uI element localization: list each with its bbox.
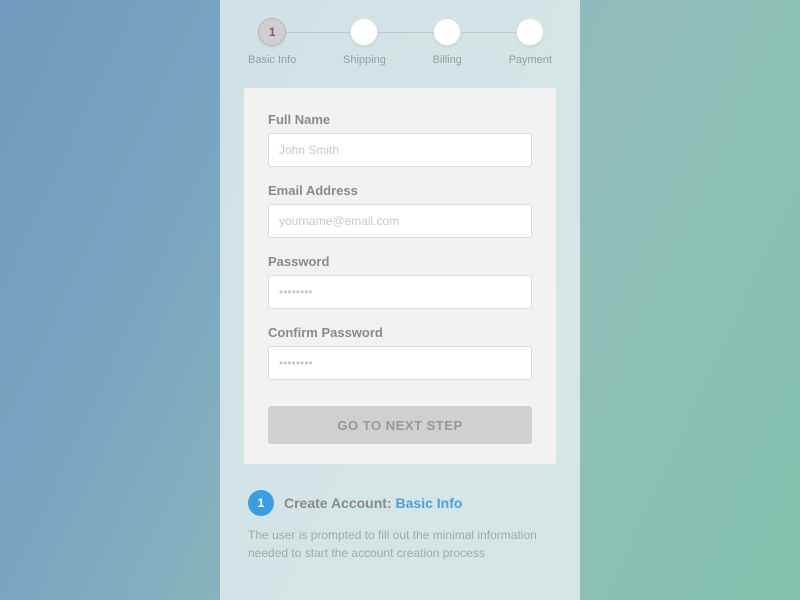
- step-label: Shipping: [343, 54, 386, 66]
- field-password: Password: [268, 254, 532, 309]
- stepper-connector: [274, 32, 526, 33]
- footnote-title-prefix: Create Account:: [284, 495, 396, 511]
- step-label: Payment: [509, 54, 552, 66]
- confirm-password-input[interactable]: [268, 346, 532, 380]
- footnote-title-accent: Basic Info: [396, 495, 463, 511]
- step-payment[interactable]: Payment: [509, 18, 552, 66]
- step-circle-icon: 1: [258, 18, 286, 46]
- field-confirm-password: Confirm Password: [268, 325, 532, 380]
- email-input[interactable]: [268, 204, 532, 238]
- field-email: Email Address: [268, 183, 532, 238]
- fullname-label: Full Name: [268, 112, 532, 127]
- fullname-input[interactable]: [268, 133, 532, 167]
- step-circle-icon: [516, 18, 544, 46]
- footnote: 1 Create Account: Basic Info The user is…: [244, 490, 556, 562]
- checkout-panel: 1 Basic Info Shipping Billing Payment Fu…: [220, 0, 580, 600]
- next-step-button[interactable]: GO TO NEXT STEP: [268, 406, 532, 444]
- password-input[interactable]: [268, 275, 532, 309]
- email-label: Email Address: [268, 183, 532, 198]
- step-label: Billing: [433, 54, 462, 66]
- progress-stepper: 1 Basic Info Shipping Billing Payment: [244, 0, 556, 66]
- field-fullname: Full Name: [268, 112, 532, 167]
- step-label: Basic Info: [248, 54, 296, 66]
- step-basic-info[interactable]: 1 Basic Info: [248, 18, 296, 66]
- step-billing[interactable]: Billing: [433, 18, 462, 66]
- footnote-heading: 1 Create Account: Basic Info: [248, 490, 552, 516]
- footnote-badge-icon: 1: [248, 490, 274, 516]
- step-circle-icon: [350, 18, 378, 46]
- form-card: Full Name Email Address Password Confirm…: [244, 88, 556, 464]
- password-label: Password: [268, 254, 532, 269]
- confirm-password-label: Confirm Password: [268, 325, 532, 340]
- step-circle-icon: [433, 18, 461, 46]
- footnote-title: Create Account: Basic Info: [284, 495, 462, 511]
- step-shipping[interactable]: Shipping: [343, 18, 386, 66]
- footnote-description: The user is prompted to fill out the min…: [248, 526, 552, 562]
